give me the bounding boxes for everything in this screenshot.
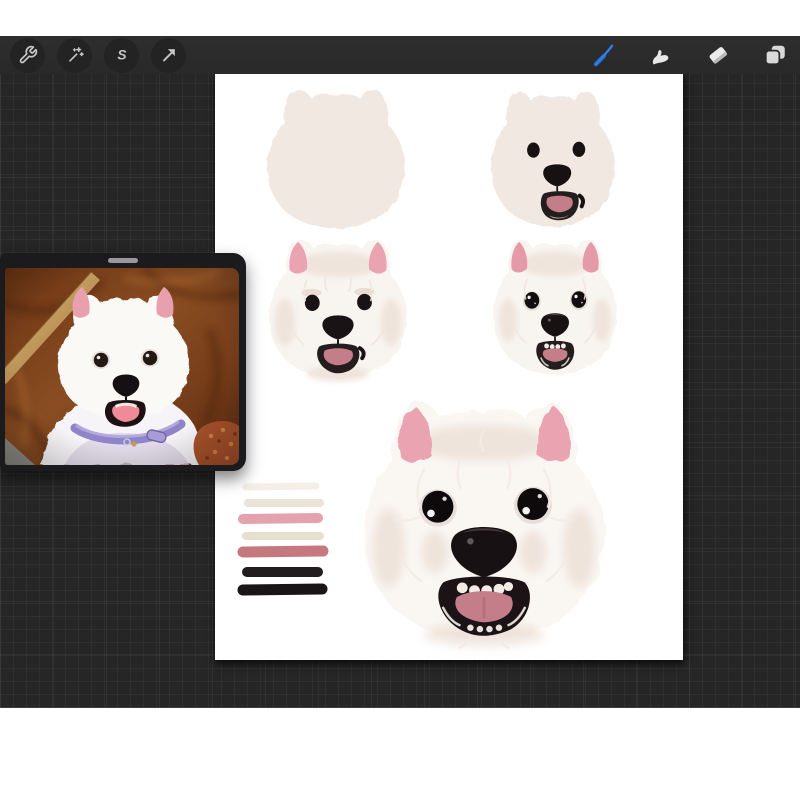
eye-left (525, 292, 540, 309)
smudge-button[interactable] (643, 37, 679, 73)
transform-arrow-icon (159, 45, 179, 65)
dog-step-1-silhouette (267, 90, 405, 229)
transform-button[interactable] (151, 38, 186, 73)
palette-swatches (243, 486, 323, 590)
eye-right (357, 294, 372, 310)
palette-swatch-3 (243, 518, 318, 519)
drawing-canvas[interactable] (215, 74, 683, 660)
eraser-icon (705, 42, 731, 68)
dog-step-2-features (491, 92, 615, 227)
reference-window-titlebar[interactable] (0, 253, 246, 268)
eye-left (527, 142, 540, 157)
dog-step-3-base-colour (269, 240, 407, 382)
erase-button[interactable] (700, 37, 736, 73)
toolbar-left-group: S (0, 38, 186, 73)
page-margin-top (0, 0, 800, 36)
reference-window[interactable] (0, 253, 246, 471)
screenshot-page: S (0, 0, 800, 800)
smudge-finger-icon (648, 42, 674, 68)
layers-icon (762, 42, 788, 68)
dog-step-4-refined (493, 240, 617, 375)
palette-swatch-5 (243, 551, 323, 552)
paint-button[interactable] (586, 37, 622, 73)
selection-s-glyph: S (117, 48, 127, 63)
toolbar: S (0, 36, 800, 74)
wrench-icon (18, 45, 38, 65)
reference-photo-image (5, 268, 239, 465)
palette-swatch-1 (246, 486, 316, 487)
eye-left (305, 295, 320, 311)
actions-button[interactable] (10, 38, 45, 73)
layers-button[interactable] (757, 37, 793, 73)
magic-wand-icon (65, 45, 85, 65)
dog-step-5-finished (364, 403, 604, 648)
eye-right (571, 291, 586, 308)
palette-swatch-7 (243, 589, 322, 590)
drag-handle-icon[interactable] (108, 258, 138, 263)
workspace-background (0, 74, 800, 708)
reference-photo (5, 268, 239, 465)
toolbar-right-group (586, 37, 800, 73)
selection-button[interactable]: S (104, 38, 139, 73)
eye-left (422, 491, 453, 523)
eye-right (517, 488, 548, 520)
selection-s-icon: S (112, 45, 132, 65)
adjustments-button[interactable] (57, 38, 92, 73)
paintbrush-icon (591, 42, 617, 68)
eye-right (573, 142, 586, 157)
artwork-westie-tutorial (215, 74, 683, 660)
page-margin-bottom (0, 708, 800, 800)
